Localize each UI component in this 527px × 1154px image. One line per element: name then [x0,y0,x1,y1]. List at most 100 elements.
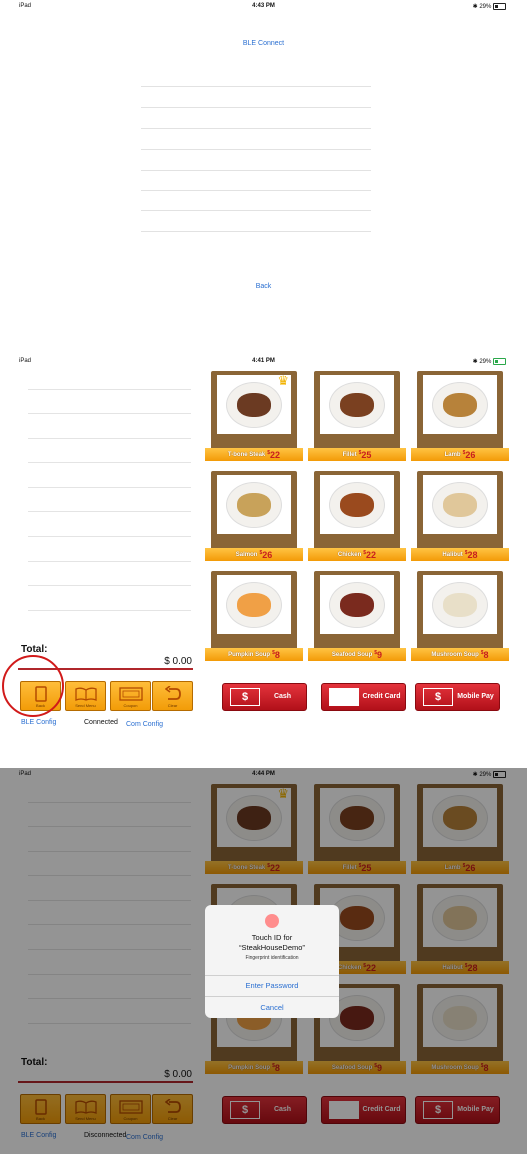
com-config-link[interactable]: Com Config [126,721,163,728]
device-list-row[interactable] [141,210,371,211]
page-title: BLE Connect [242,40,285,47]
item-ribbon: Chicken $22 [308,548,406,561]
status-bar: iPad 4:41 PM ✱ 29% [0,355,527,369]
alert-app-name: “SteakHouseDemo” [239,943,305,952]
cancel-button[interactable]: Cancel [205,1003,339,1012]
item-ribbon: Fillet $25 [308,448,406,461]
coupon-icon-wrap [111,685,150,702]
divider [205,996,339,997]
item-ribbon: Pumpkin Soup $8 [205,648,303,661]
battery-icon [493,3,506,10]
ble-connect-screen: iPad 4:43 PM ✱ 29% BLE Connect Back [0,0,527,320]
price-value: 22 [270,449,281,460]
food-image [237,492,271,517]
menu-item-t-bone-steak[interactable]: ♛ T-bone Steak $22 [205,371,303,465]
connection-status: Connected [84,719,118,726]
plate-image [329,381,385,428]
food-image [237,392,271,417]
device-list-row[interactable] [141,190,371,191]
plate-image [329,481,385,528]
device-list-row[interactable] [141,149,371,150]
item-ribbon: Halibut $28 [411,548,509,561]
item-name: Salmon [235,551,258,558]
menu-item-halibut[interactable]: Halibut $28 [411,471,509,565]
item-name: Mushroom Soup [431,651,479,658]
alert-title: Touch ID for [251,933,293,942]
price-value: 9 [377,649,383,660]
device-list-row[interactable] [141,231,371,232]
mobile-pay-icon: $ [423,688,453,706]
clear-button[interactable]: Clear [152,681,193,711]
price-value: 28 [467,549,478,560]
cash-button[interactable]: $ Cash [222,683,307,711]
order-line [28,413,191,414]
alert-subtitle: Fingerprint identification [245,955,299,961]
highlight-circle [2,655,64,717]
back-button[interactable]: Back [0,283,527,290]
price-value: 8 [483,649,489,660]
food-photo [423,575,497,634]
coupon-button[interactable]: Coupon [110,681,151,711]
price-value: 8 [274,649,280,660]
device-list-row[interactable] [141,107,371,108]
menu-item-chicken[interactable]: Chicken $22 [308,471,406,565]
item-price: $26 [463,450,476,460]
device-list-row[interactable] [141,86,371,87]
item-ribbon: Salmon$26 [205,548,303,561]
battery-status: ✱ 29% [473,3,506,10]
battery-percent: 29% [479,359,492,366]
send-menu-button[interactable]: Send Menu [65,681,106,711]
battery-icon [493,358,506,365]
item-price: $9 [374,650,382,660]
ble-config-link[interactable]: BLE Config [21,719,56,726]
order-line [28,536,191,537]
item-ribbon: Lamb $26 [411,448,509,461]
divider [205,975,339,976]
plate-image [329,581,385,628]
food-photo [320,375,394,434]
payment-label: Mobile Pay [457,693,494,700]
food-photo [320,575,394,634]
food-image [340,492,374,517]
menu-item-salmon[interactable]: Salmon$26 [205,471,303,565]
item-ribbon: Seafood Soup $9 [308,648,406,661]
item-name: Pumpkin Soup [228,651,271,658]
device-list-row[interactable] [141,128,371,129]
order-line [28,561,191,562]
food-image [443,492,477,517]
item-price: $28 [465,550,478,560]
send-menu-icon-wrap [66,685,105,702]
menu-item-seafood-soup[interactable]: Seafood Soup $9 [308,571,406,665]
battery-percent: 29% [479,4,492,11]
food-image [443,392,477,417]
order-line [28,511,191,512]
total-value: $ 0.00 [164,656,192,667]
item-price: $8 [272,650,280,660]
fingerprint-icon [265,914,279,928]
battery-status: ✱ 29% [473,358,506,365]
plate-image [226,381,282,428]
menu-item-mushroom-soup[interactable]: Mushroom Soup $8 [411,571,509,665]
item-price: $26 [259,550,272,560]
menu-item-lamb[interactable]: Lamb $26 [411,371,509,465]
price-value: 25 [361,449,372,460]
plate-image [226,581,282,628]
credit-card-button[interactable]: Credit Card [321,683,406,711]
enter-password-button[interactable]: Enter Password [205,981,339,990]
item-price: $25 [359,450,372,460]
menu-item-fillet[interactable]: Fillet $25 [308,371,406,465]
device-list-row[interactable] [141,170,371,171]
plate-image [432,381,488,428]
item-name: Lamb [444,451,461,458]
order-line [28,487,191,488]
food-photo [217,575,291,634]
plate-image [226,481,282,528]
status-time: 4:43 PM [252,3,275,9]
item-price: $22 [363,550,376,560]
mobile-pay-button[interactable]: $ Mobile Pay [415,683,500,711]
menu-item-pumpkin-soup[interactable]: Pumpkin Soup $8 [205,571,303,665]
status-time: 4:41 PM [252,358,275,364]
item-name: Seafood Soup [331,651,373,658]
order-line [28,610,191,611]
button-label: Clear [167,703,178,708]
